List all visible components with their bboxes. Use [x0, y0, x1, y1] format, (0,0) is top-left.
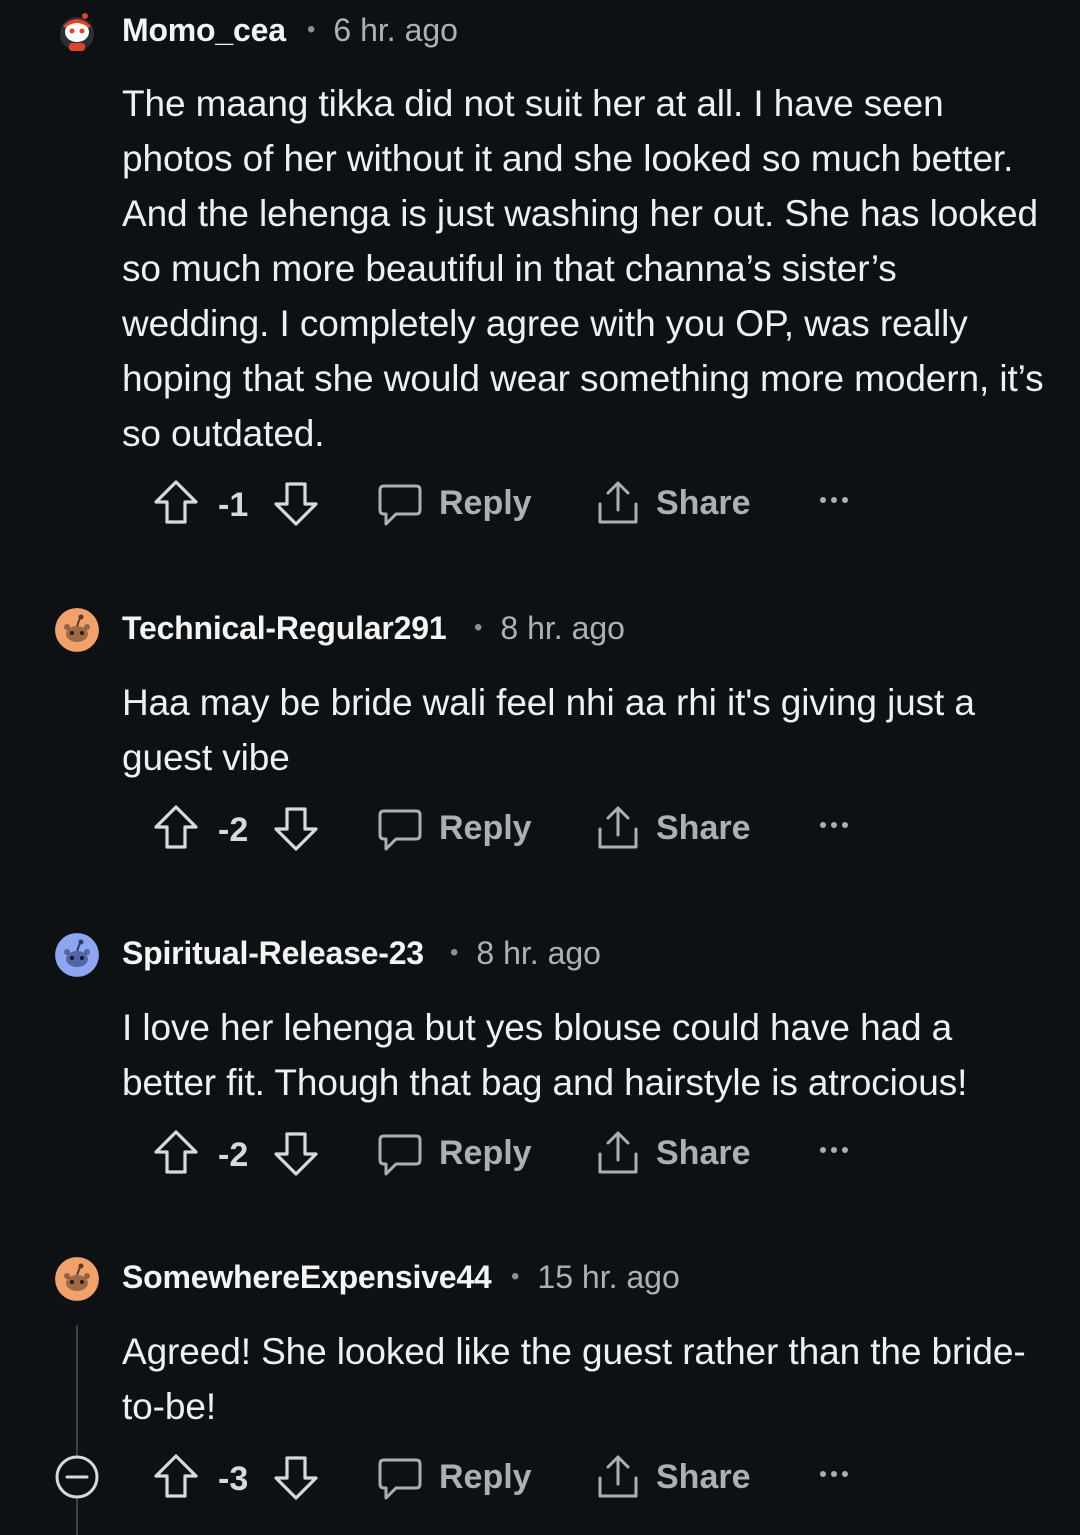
- share-icon[interactable]: [596, 1128, 640, 1178]
- reply-button[interactable]: Reply: [439, 809, 532, 848]
- separator-dot: •: [307, 16, 316, 43]
- vote-count: -2: [218, 1136, 249, 1174]
- more-options-icon[interactable]: [818, 494, 850, 506]
- orange-snoo-avatar-icon[interactable]: [55, 1257, 99, 1301]
- downvote-icon[interactable]: [272, 1452, 320, 1502]
- timestamp: • 6 hr. ago: [307, 12, 458, 49]
- share-button[interactable]: Share: [656, 1134, 751, 1173]
- username[interactable]: Technical-Regular291: [122, 610, 447, 647]
- timestamp: • 8 hr. ago: [474, 610, 625, 647]
- time-label: 8 hr. ago: [500, 610, 625, 646]
- downvote-icon[interactable]: [272, 1128, 320, 1178]
- share-button[interactable]: Share: [656, 1458, 751, 1497]
- comment-header: SomewhereExpensive44 • 15 hr. ago: [0, 1247, 1080, 1311]
- collapse-thread-icon[interactable]: [54, 1454, 100, 1500]
- reply-icon[interactable]: [376, 480, 424, 530]
- share-button[interactable]: Share: [656, 484, 751, 523]
- mascot-avatar-icon[interactable]: [55, 10, 99, 54]
- comment-actions: -3 Reply Share: [0, 1450, 1080, 1510]
- reply-icon[interactable]: [376, 805, 424, 855]
- time-label: 15 hr. ago: [537, 1259, 680, 1295]
- comment-body: I love her lehenga but yes blouse could …: [122, 1007, 968, 1103]
- reply-icon[interactable]: [376, 1130, 424, 1180]
- username[interactable]: SomewhereExpensive44: [122, 1259, 492, 1296]
- downvote-icon[interactable]: [272, 478, 320, 528]
- comment-actions: -1 Reply Share: [0, 476, 1080, 536]
- comment-body: The maang tikka did not suit her at all.…: [122, 83, 1044, 454]
- time-label: 6 hr. ago: [333, 12, 458, 48]
- blue-snoo-avatar-icon[interactable]: [55, 933, 99, 977]
- comment-actions: -2 Reply Share: [0, 1126, 1080, 1186]
- comment-thread: Momo_cea • 6 hr. ago The maang tikka did …: [0, 0, 1080, 1535]
- vote-count: -3: [218, 1460, 249, 1498]
- reply-icon[interactable]: [376, 1454, 424, 1504]
- vote-count: -2: [218, 811, 249, 849]
- separator-dot: •: [474, 614, 483, 641]
- vote-count: -1: [218, 486, 249, 524]
- upvote-icon[interactable]: [152, 478, 200, 528]
- timestamp: • 15 hr. ago: [511, 1259, 680, 1296]
- separator-dot: •: [450, 939, 459, 966]
- upvote-icon[interactable]: [152, 1128, 200, 1178]
- comment-body: Agreed! She looked like the guest rather…: [122, 1331, 1026, 1427]
- thread-line[interactable]: [76, 1325, 78, 1535]
- time-label: 8 hr. ago: [476, 935, 601, 971]
- more-options-icon[interactable]: [818, 1144, 850, 1156]
- comment-body: Haa may be bride wali feel nhi aa rhi it…: [122, 682, 975, 778]
- downvote-icon[interactable]: [272, 803, 320, 853]
- comment-header: Spiritual-Release-23 • 8 hr. ago: [0, 923, 1080, 987]
- upvote-icon[interactable]: [152, 1452, 200, 1502]
- more-options-icon[interactable]: [818, 1468, 850, 1480]
- share-icon[interactable]: [596, 478, 640, 528]
- share-icon[interactable]: [596, 803, 640, 853]
- timestamp: • 8 hr. ago: [450, 935, 601, 972]
- comment-header: Technical-Regular291 • 8 hr. ago: [0, 598, 1080, 662]
- separator-dot: •: [511, 1263, 520, 1290]
- reply-button[interactable]: Reply: [439, 1134, 532, 1173]
- username[interactable]: Spiritual-Release-23: [122, 935, 424, 972]
- more-options-icon[interactable]: [818, 819, 850, 831]
- share-icon[interactable]: [596, 1452, 640, 1502]
- comment-actions: -2 Reply Share: [0, 801, 1080, 861]
- upvote-icon[interactable]: [152, 803, 200, 853]
- orange-snoo-avatar-icon[interactable]: [55, 608, 99, 652]
- reply-button[interactable]: Reply: [439, 1458, 532, 1497]
- username[interactable]: Momo_cea: [122, 12, 286, 49]
- share-button[interactable]: Share: [656, 809, 751, 848]
- reply-button[interactable]: Reply: [439, 484, 532, 523]
- comment-header: Momo_cea • 6 hr. ago: [0, 0, 1080, 64]
